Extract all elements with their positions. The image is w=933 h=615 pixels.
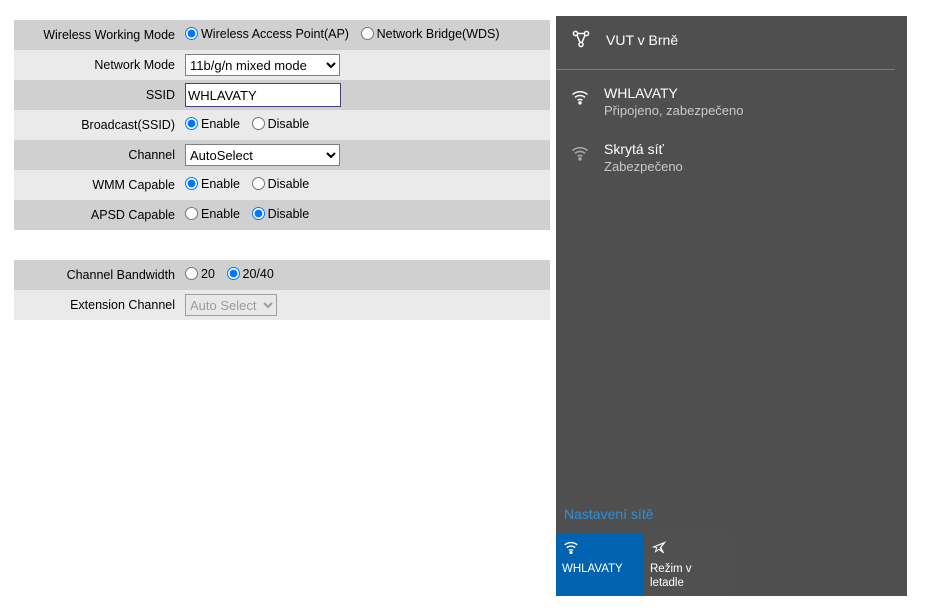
tile-wifi-label: WHLAVATY [562, 562, 638, 576]
radio-option-wmm-enable[interactable]: Enable [185, 177, 240, 191]
label-extension-channel: Extension Channel [14, 290, 181, 320]
wifi-icon [570, 87, 590, 110]
label-broadcast-ssid: Broadcast(SSID) [14, 110, 181, 140]
network-item-connected[interactable]: WHLAVATY Připojeno, zabezpečeno [556, 78, 907, 134]
radio-option-broadcast-enable[interactable]: Enable [185, 117, 240, 131]
select-extension-channel: Auto Select [185, 294, 277, 316]
network-settings-link[interactable]: Nastavení sítě [564, 506, 654, 522]
airplane-icon [650, 540, 668, 558]
label-ssid: SSID [14, 80, 181, 110]
radio-apsd-enable[interactable] [185, 207, 198, 220]
radio-option-wds[interactable]: Network Bridge(WDS) [361, 27, 500, 41]
radio-cbw-20-label: 20 [201, 267, 215, 281]
select-network-mode[interactable]: 11b/g/n mixed mode [185, 54, 340, 76]
router-config-panel: Wireless Working Mode Wireless Access Po… [14, 20, 550, 320]
network-flyout-header[interactable]: VUT v Brně [556, 16, 895, 70]
radio-cbw-2040[interactable] [227, 267, 240, 280]
radio-option-wmm-disable[interactable]: Disable [252, 177, 310, 191]
tile-airplane-mode[interactable]: Režim vletadle [644, 534, 732, 596]
radio-wmm-disable-label: Disable [268, 177, 310, 191]
radio-option-cbw-20[interactable]: 20 [185, 267, 215, 281]
radio-broadcast-enable-label: Enable [201, 117, 240, 131]
radio-apsd-enable-label: Enable [201, 207, 240, 221]
radio-broadcast-disable[interactable] [252, 117, 265, 130]
radio-apsd-disable-label: Disable [268, 207, 310, 221]
section-spacer [14, 230, 550, 260]
radio-wds-label: Network Bridge(WDS) [377, 27, 500, 41]
radio-option-ap[interactable]: Wireless Access Point(AP) [185, 27, 349, 41]
radio-ap[interactable] [185, 27, 198, 40]
radio-option-cbw-2040[interactable]: 20/40 [227, 267, 274, 281]
radio-wmm-disable[interactable] [252, 177, 265, 190]
label-wmm: WMM Capable [14, 170, 181, 200]
radio-option-apsd-disable[interactable]: Disable [252, 207, 310, 221]
radio-option-broadcast-disable[interactable]: Disable [252, 117, 310, 131]
network-name: WHLAVATY [604, 84, 744, 102]
radio-apsd-disable[interactable] [252, 207, 265, 220]
wifi-icon [570, 143, 590, 166]
radio-broadcast-disable-label: Disable [268, 117, 310, 131]
input-ssid[interactable] [185, 83, 341, 107]
label-network-mode: Network Mode [14, 50, 181, 80]
radio-option-apsd-enable[interactable]: Enable [185, 207, 240, 221]
network-item-hidden[interactable]: Skrytá síť Zabezpečeno [556, 134, 907, 190]
tile-wifi[interactable]: WHLAVATY [556, 534, 644, 596]
radio-ap-label: Wireless Access Point(AP) [201, 27, 349, 41]
network-status: Připojeno, zabezpečeno [604, 102, 744, 120]
tile-airplane-label: Režim vletadle [650, 562, 726, 590]
label-apsd: APSD Capable [14, 200, 181, 230]
vpn-icon [570, 28, 592, 53]
network-status: Zabezpečeno [604, 158, 683, 176]
radio-cbw-20[interactable] [185, 267, 198, 280]
network-flyout: VUT v Brně WHLAVATY Připojeno, zabezpeče… [556, 16, 907, 596]
select-channel[interactable]: AutoSelect [185, 144, 340, 166]
radio-broadcast-enable[interactable] [185, 117, 198, 130]
radio-wmm-enable[interactable] [185, 177, 198, 190]
quick-action-tiles: WHLAVATY Režim vletadle [556, 534, 732, 596]
label-wireless-working-mode: Wireless Working Mode [14, 20, 181, 50]
radio-cbw-2040-label: 20/40 [243, 267, 274, 281]
wifi-icon [562, 540, 580, 558]
label-channel-bandwidth: Channel Bandwidth [14, 260, 181, 290]
vpn-name: VUT v Brně [606, 32, 678, 48]
network-name: Skrytá síť [604, 140, 683, 158]
label-channel: Channel [14, 140, 181, 170]
radio-wmm-enable-label: Enable [201, 177, 240, 191]
radio-wds[interactable] [361, 27, 374, 40]
